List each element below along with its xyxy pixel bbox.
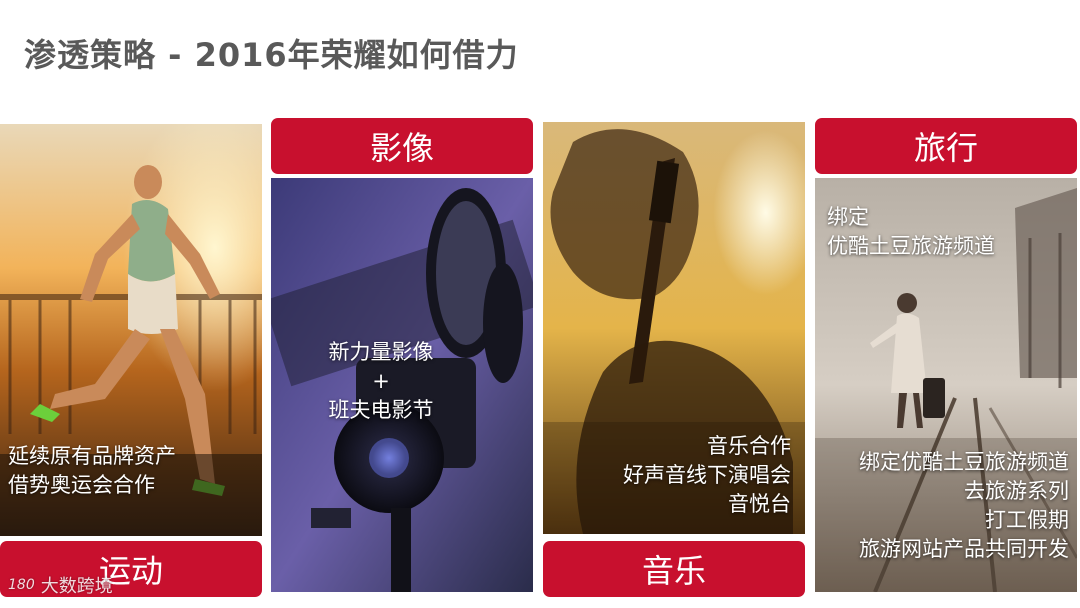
travel-top-line-2: 优酷土豆旅游频道 bbox=[827, 234, 995, 258]
imaging-line-1: 新力量影像 bbox=[328, 340, 434, 364]
travel-bottom-line-2: 去旅游系列 bbox=[964, 479, 1069, 503]
music-description: 音乐合作 好声音线下演唱会 音悦台 bbox=[623, 432, 791, 519]
imaging-card: 新力量影像 + 班夫电影节 bbox=[271, 178, 533, 592]
travel-bottom-line-1: 绑定优酷土豆旅游频道 bbox=[859, 450, 1069, 474]
travel-card: 绑定 优酷土豆旅游频道 绑定优酷土豆旅游频道 去旅游系列 打工假期 旅游网站产品… bbox=[815, 178, 1077, 592]
travel-bottom-description: 绑定优酷土豆旅游频道 去旅游系列 打工假期 旅游网站产品共同开发 bbox=[859, 448, 1069, 564]
travel-bottom-line-4: 旅游网站产品共同开发 bbox=[859, 537, 1069, 561]
imaging-line-2: + bbox=[372, 369, 390, 393]
imaging-line-3: 班夫电影节 bbox=[328, 398, 434, 422]
travel-top-line-1: 绑定 bbox=[827, 205, 869, 229]
music-line-1: 音乐合作 bbox=[707, 434, 791, 458]
travel-bottom-line-3: 打工假期 bbox=[985, 508, 1069, 532]
watermark-logo: 180 bbox=[8, 577, 35, 593]
imaging-description: 新力量影像 + 班夫电影节 bbox=[316, 338, 446, 425]
travel-label: 旅行 bbox=[815, 118, 1077, 174]
travel-top-description: 绑定 优酷土豆旅游频道 bbox=[827, 203, 995, 261]
music-card: 音乐合作 好声音线下演唱会 音悦台 bbox=[543, 122, 805, 534]
page-title: 渗透策略 - 2016年荣耀如何借力 bbox=[24, 36, 519, 74]
sport-description: 延续原有品牌资产 借势奥运会合作 bbox=[8, 442, 176, 500]
watermark-text: 大数跨境 bbox=[40, 576, 113, 597]
music-line-3: 音悦台 bbox=[728, 492, 791, 516]
sport-card: 延续原有品牌资产 借势奥运会合作 bbox=[0, 124, 262, 536]
sport-line-2: 借势奥运会合作 bbox=[8, 473, 155, 497]
sport-line-1: 延续原有品牌资产 bbox=[8, 444, 176, 468]
imaging-label: 影像 bbox=[271, 118, 533, 174]
watermark: 180 大数跨境 bbox=[8, 572, 113, 598]
music-line-2: 好声音线下演唱会 bbox=[623, 463, 791, 487]
music-label: 音乐 bbox=[543, 541, 805, 597]
